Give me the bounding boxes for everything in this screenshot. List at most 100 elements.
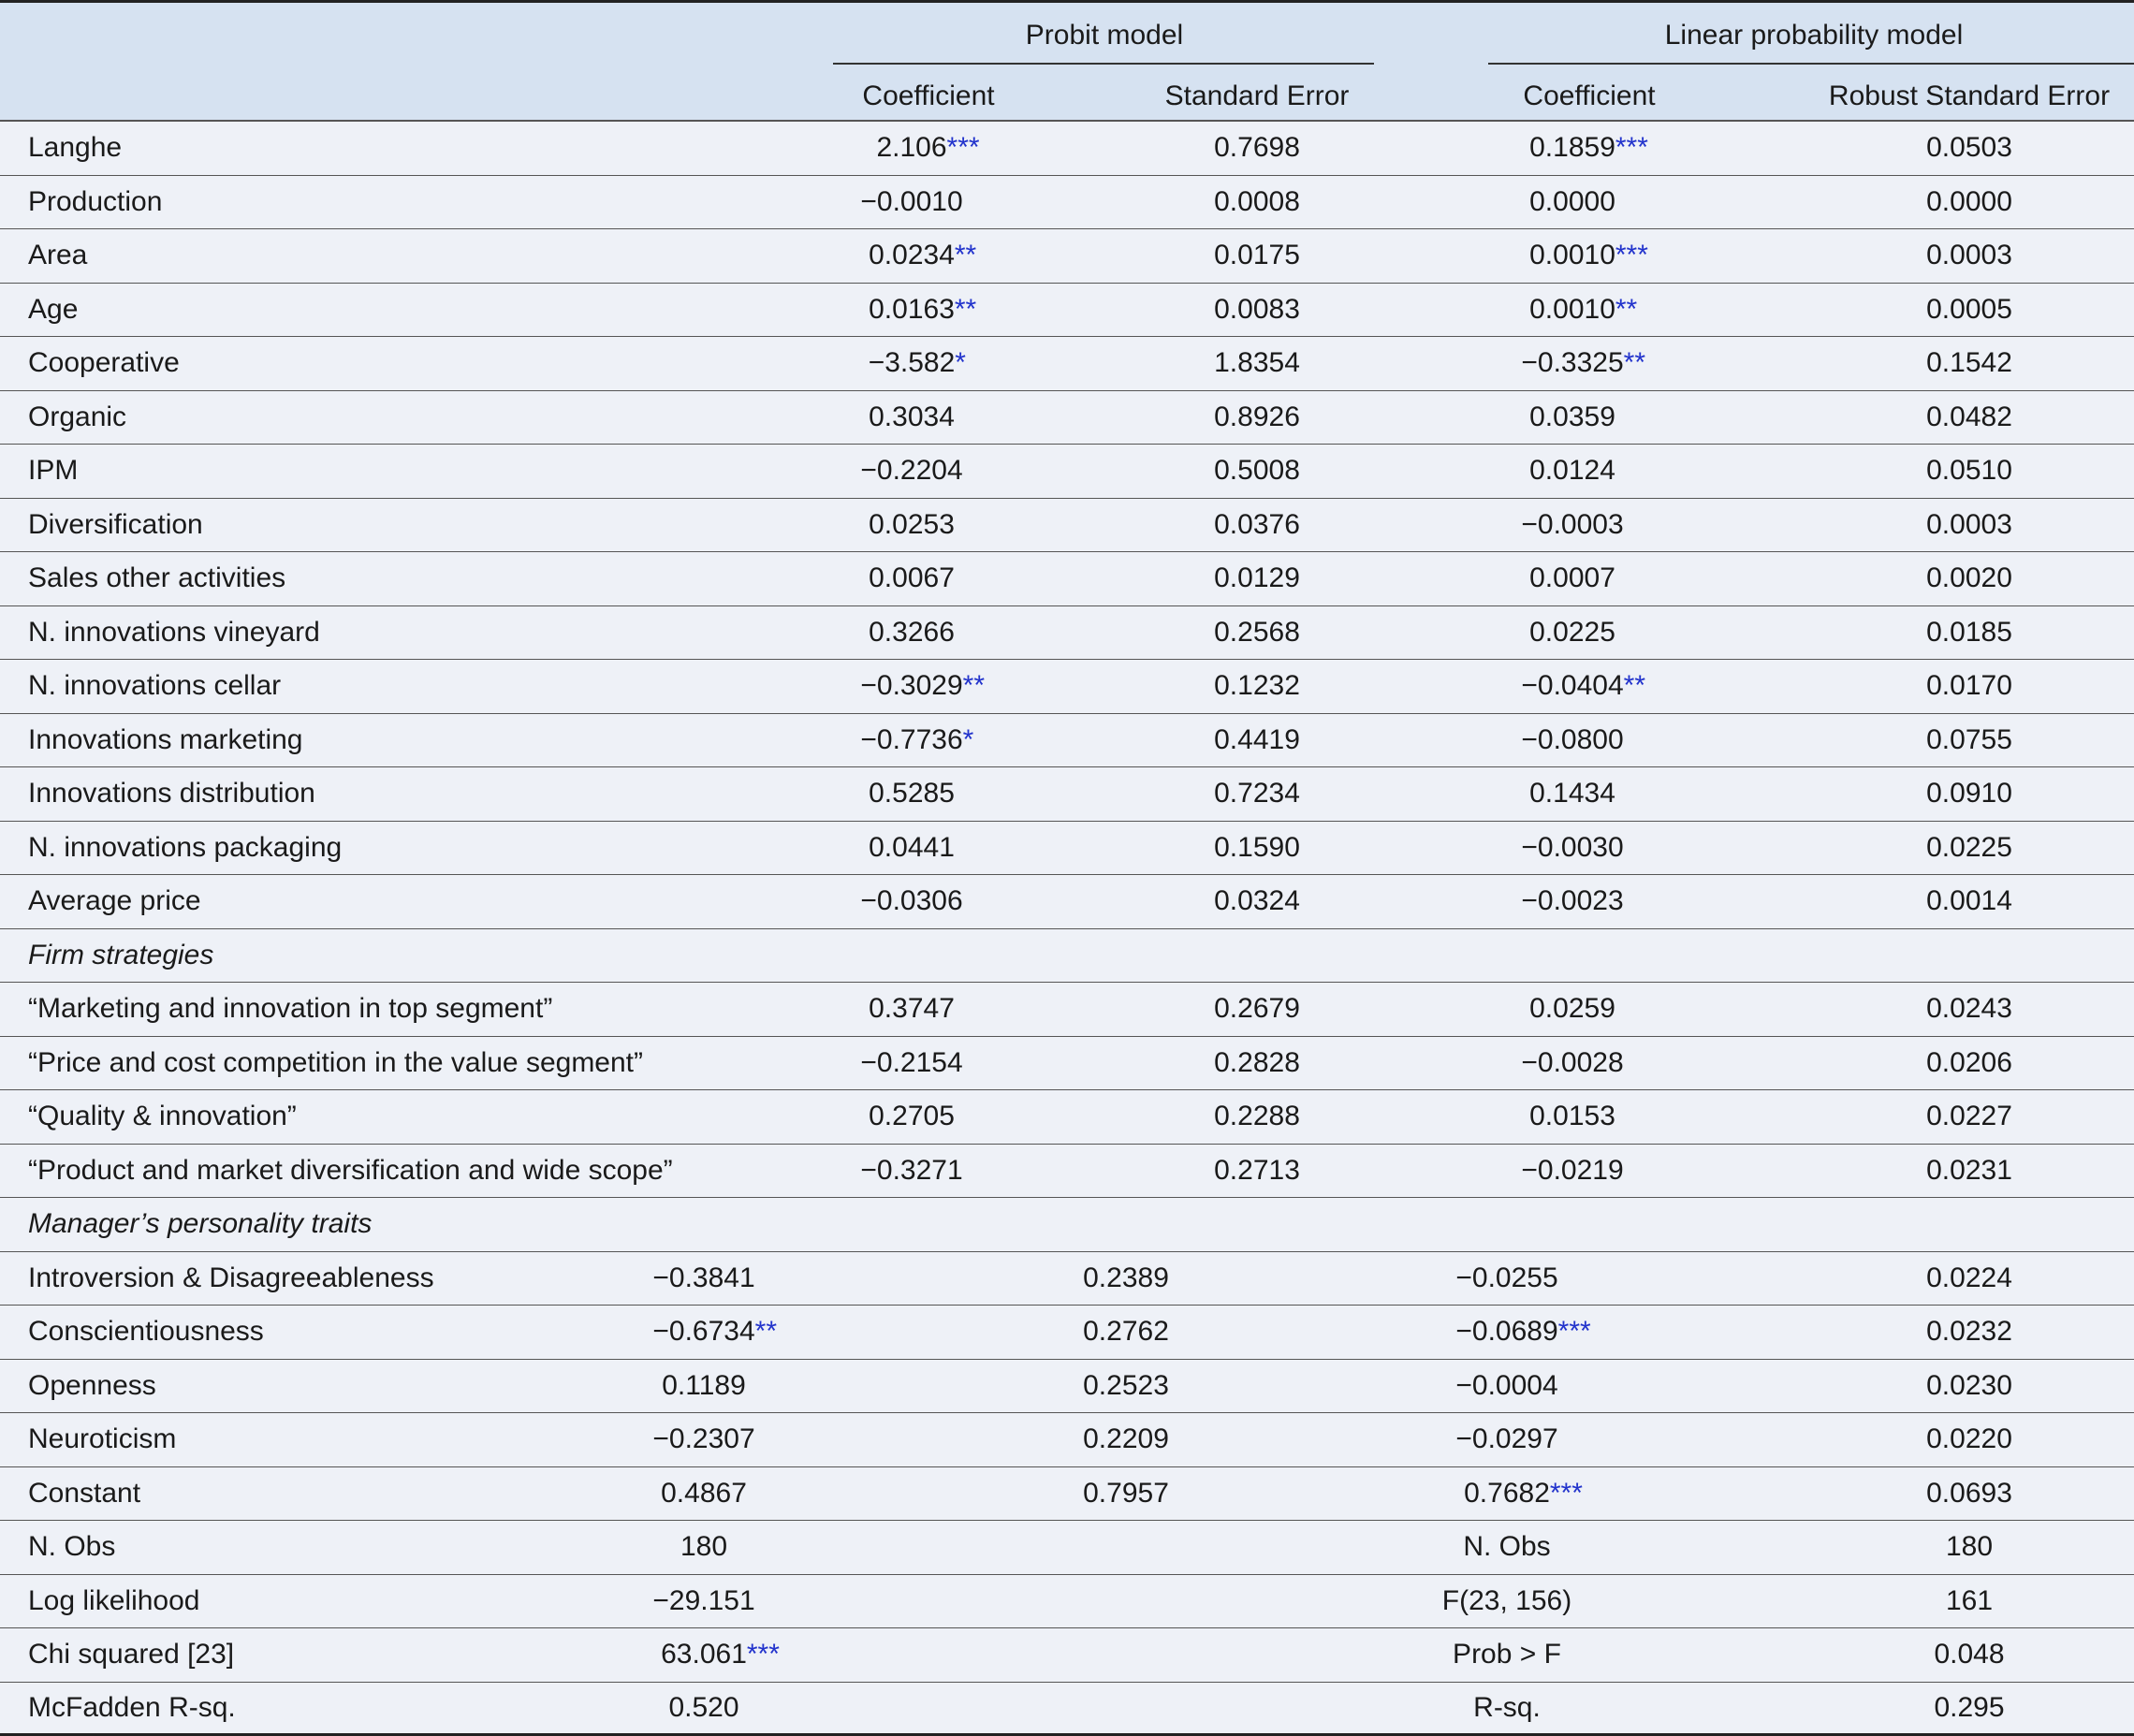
probit-coefficient-cell: 0.3266 bbox=[869, 606, 988, 660]
cell-value: −0.2307 bbox=[652, 1423, 754, 1455]
cell-value: −0.6734 bbox=[652, 1316, 754, 1348]
table-row: N. innovations packaging0.04410.1590−0.0… bbox=[0, 822, 2134, 876]
cell-value: −0.0219 bbox=[1521, 1155, 1623, 1187]
lpm-robust-se-cell: 0.0003 bbox=[1926, 229, 2012, 283]
cell-value: 0.0359 bbox=[1529, 401, 1615, 433]
significance-stars: ** bbox=[1615, 294, 1649, 326]
cell-value: 0.0170 bbox=[1926, 670, 2012, 702]
cell-value: 0.0175 bbox=[1214, 240, 1300, 271]
lpm-robust-se-cell: 0.0003 bbox=[1926, 499, 2012, 552]
cell-value: 0.0755 bbox=[1926, 724, 2012, 756]
probit-coefficient-cell: −0.3841 bbox=[652, 1252, 788, 1306]
cell-value: 0.0510 bbox=[1926, 455, 2012, 487]
row-label: Cooperative bbox=[28, 337, 180, 390]
probit-coefficient-cell: 0.2705 bbox=[869, 1090, 988, 1144]
cell-value: 0.0232 bbox=[1926, 1316, 2012, 1348]
cell-value: −0.0297 bbox=[1455, 1423, 1557, 1455]
table-row: Langhe2.106***0.76980.1859***0.0503 bbox=[0, 122, 2134, 176]
lpm-coefficient-cell: 0.1859*** bbox=[1529, 122, 1649, 175]
cell-value: −0.0689 bbox=[1455, 1316, 1557, 1348]
cell-value: 0.2288 bbox=[1214, 1101, 1300, 1132]
table-row: Conscientiousness−0.6734**0.2762−0.0689*… bbox=[0, 1306, 2134, 1360]
lpm-stat-label-cell: N. Obs bbox=[1463, 1521, 1584, 1574]
cell-value: 0.2568 bbox=[1214, 617, 1300, 649]
probit-coefficient-cell: 0.0441 bbox=[869, 822, 988, 875]
probit-se-cell: 0.7698 bbox=[1214, 122, 1300, 175]
lpm-coefficient-cell: 0.0010*** bbox=[1529, 229, 1649, 283]
probit-coefficient-cell: 63.061*** bbox=[661, 1628, 781, 1682]
cell-value: 0.0124 bbox=[1529, 455, 1615, 487]
cell-value: 180 bbox=[1946, 1531, 1993, 1563]
lpm-coefficient-cell: 0.1434 bbox=[1529, 767, 1649, 821]
lpm-coefficient-cell: 0.0010** bbox=[1529, 284, 1649, 337]
regression-table: Probit model Linear probability model Co… bbox=[0, 0, 2134, 1730]
cell-value: −0.3841 bbox=[652, 1262, 754, 1294]
cell-value: 0.0000 bbox=[1926, 186, 2012, 218]
lpm-robust-se-cell: 0.0503 bbox=[1926, 122, 2012, 175]
lpm-robust-se-cell: 0.0227 bbox=[1926, 1090, 2012, 1144]
cell-value: 0.0003 bbox=[1926, 509, 2012, 541]
table-row: “Price and cost competition in the value… bbox=[0, 1037, 2134, 1091]
cell-value: 0.0693 bbox=[1926, 1478, 2012, 1510]
lpm-group-rule bbox=[1488, 63, 2134, 65]
cell-value: 0.7234 bbox=[1214, 778, 1300, 810]
probit-coefficient-cell: 0.3747 bbox=[869, 983, 988, 1036]
table-row: Innovations marketing−0.7736*0.4419−0.08… bbox=[0, 714, 2134, 768]
table-row: Production−0.00100.00080.00000.0000 bbox=[0, 176, 2134, 230]
probit-coefficient-cell: 0.0067 bbox=[869, 552, 988, 605]
cell-value: −29.151 bbox=[652, 1585, 754, 1617]
lpm-robust-se-cell: 0.0020 bbox=[1926, 552, 2012, 605]
cell-value: 0.0005 bbox=[1926, 294, 2012, 326]
probit-coefficient-header: Coefficient bbox=[862, 80, 994, 112]
cell-value: 0.1434 bbox=[1529, 778, 1615, 810]
row-label: “Quality & innovation” bbox=[28, 1090, 297, 1144]
probit-coefficient-cell: 0.0163** bbox=[869, 284, 988, 337]
table-row: N. innovations vineyard0.32660.25680.022… bbox=[0, 606, 2134, 661]
significance-stars: *** bbox=[747, 1639, 781, 1670]
probit-se-cell: 0.2389 bbox=[1083, 1252, 1169, 1306]
cell-value: 0.4419 bbox=[1214, 724, 1300, 756]
table-row: Introversion & Disagreeableness−0.38410.… bbox=[0, 1252, 2134, 1306]
lpm-coefficient-cell: −0.0028 bbox=[1521, 1037, 1657, 1090]
cell-value: 0.0185 bbox=[1926, 617, 2012, 649]
row-label: Langhe bbox=[28, 122, 122, 175]
cell-value: 63.061 bbox=[661, 1639, 747, 1670]
cell-value: 0.0000 bbox=[1529, 186, 1615, 218]
cell-value: 0.0230 bbox=[1926, 1370, 2012, 1402]
probit-se-cell: 0.2209 bbox=[1083, 1413, 1169, 1466]
table-row: Log likelihood−29.151F(23, 156)161 bbox=[0, 1575, 2134, 1629]
cell-value: 0.0234 bbox=[869, 240, 955, 271]
cell-value: 0.2713 bbox=[1214, 1155, 1300, 1187]
probit-se-cell: 0.2679 bbox=[1214, 983, 1300, 1036]
cell-value: Prob > F bbox=[1453, 1639, 1561, 1670]
lpm-robust-se-cell: 0.0225 bbox=[1926, 822, 2012, 875]
cell-value: −0.3029 bbox=[860, 670, 962, 702]
cell-value: 0.048 bbox=[1934, 1639, 2004, 1670]
table-row: Neuroticism−0.23070.2209−0.02970.0220 bbox=[0, 1413, 2134, 1467]
lpm-robust-se-cell: 161 bbox=[1946, 1575, 1993, 1628]
probit-se-cell: 0.5008 bbox=[1214, 445, 1300, 498]
table-row: Area0.0234**0.01750.0010***0.0003 bbox=[0, 229, 2134, 284]
table-row: Average price−0.03060.0324−0.00230.0014 bbox=[0, 875, 2134, 929]
cell-value: 2.106 bbox=[876, 132, 946, 164]
probit-coefficient-cell: −0.3029** bbox=[860, 660, 996, 713]
table-row: “Product and market diversification and … bbox=[0, 1145, 2134, 1199]
lpm-robust-se-cell: 0.0910 bbox=[1926, 767, 2012, 821]
table-row: Constant0.48670.79570.7682***0.0693 bbox=[0, 1467, 2134, 1522]
probit-se-cell: 0.0324 bbox=[1214, 875, 1300, 928]
cell-value: 0.0083 bbox=[1214, 294, 1300, 326]
cell-value: 0.0376 bbox=[1214, 509, 1300, 541]
probit-se-header: Standard Error bbox=[1165, 80, 1350, 112]
lpm-robust-se-cell: 0.0693 bbox=[1926, 1467, 2012, 1521]
cell-value: −0.0003 bbox=[1521, 509, 1623, 541]
cell-value: 0.7698 bbox=[1214, 132, 1300, 164]
cell-value: 0.0225 bbox=[1529, 617, 1615, 649]
row-label: Constant bbox=[28, 1467, 140, 1521]
probit-coefficient-cell: −0.2154 bbox=[860, 1037, 996, 1090]
cell-value: 0.3747 bbox=[869, 993, 955, 1025]
table-row: N. innovations cellar−0.3029**0.1232−0.0… bbox=[0, 660, 2134, 714]
cell-value: 0.1189 bbox=[662, 1370, 746, 1402]
lpm-robust-se-cell: 0.0005 bbox=[1926, 284, 2012, 337]
cell-value: 0.0220 bbox=[1926, 1423, 2012, 1455]
cell-value: 0.8926 bbox=[1214, 401, 1300, 433]
